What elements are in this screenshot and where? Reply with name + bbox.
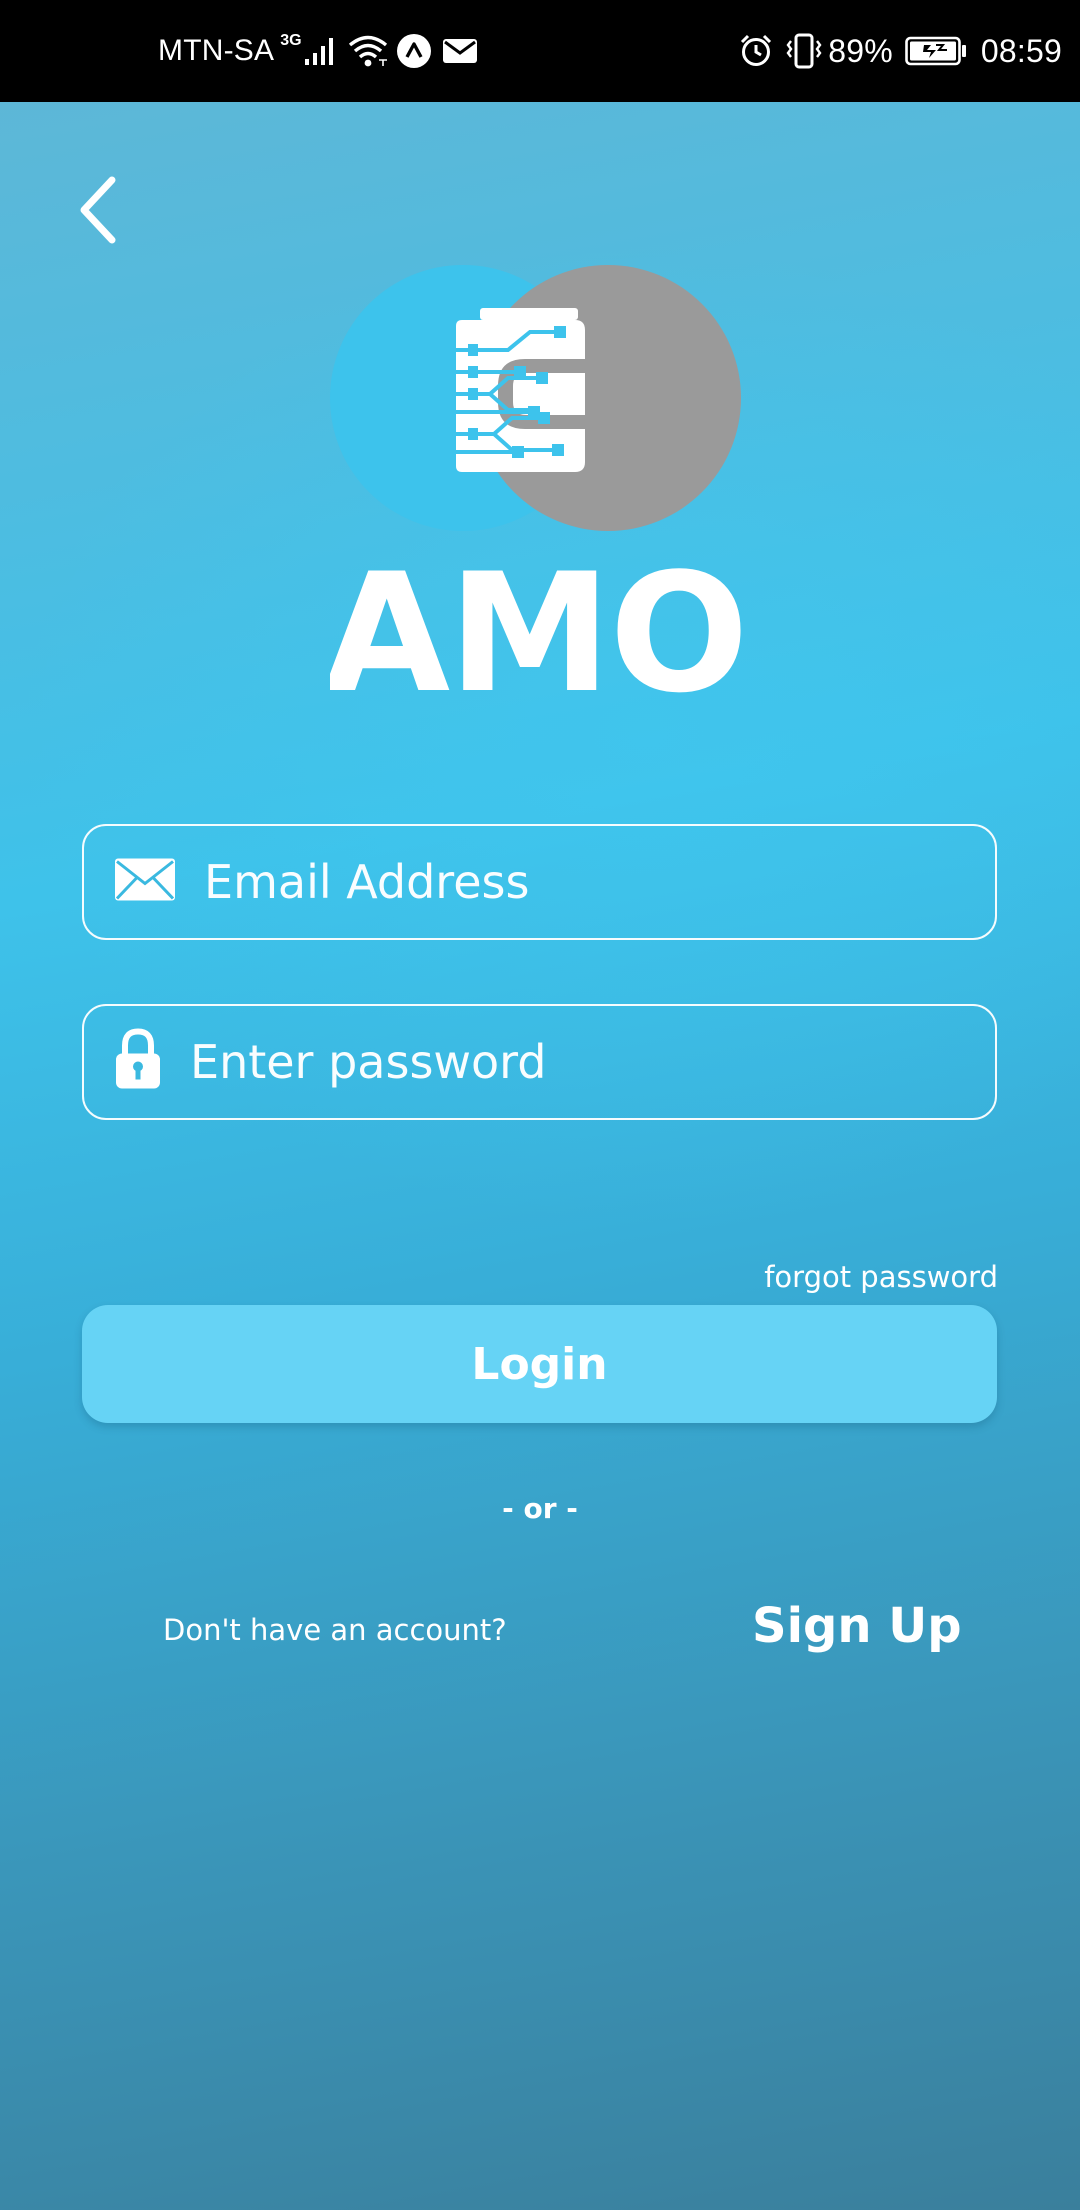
wallet-circuit-logo-icon: AMO xyxy=(323,265,749,729)
wifi-icon xyxy=(348,34,388,68)
clock: 08:59 xyxy=(980,32,1062,69)
sign-up-link[interactable]: Sign Up xyxy=(752,1598,962,1654)
login-screen: AMO forgot password Login - or - Don't xyxy=(0,102,1080,2210)
logo-text: AMO xyxy=(330,538,747,702)
no-account-prompt: Don't have an account? xyxy=(163,1613,507,1647)
email-input[interactable] xyxy=(204,826,964,938)
mail-icon xyxy=(442,37,478,65)
alarm-icon xyxy=(738,33,774,69)
battery-charging-icon xyxy=(905,36,967,66)
password-input[interactable] xyxy=(190,1006,970,1118)
signal-icon xyxy=(304,35,338,67)
app-logo: AMO xyxy=(323,262,750,729)
status-bar: MTN-SA 3G 89% 08:59 xyxy=(0,0,1080,102)
status-bar-left: MTN-SA 3G xyxy=(158,0,478,102)
password-field[interactable] xyxy=(82,1004,997,1120)
forgot-password-link[interactable]: forgot password xyxy=(764,1260,998,1294)
back-button[interactable] xyxy=(68,170,128,250)
app-notification-icon xyxy=(396,33,432,69)
carrier-name: MTN-SA xyxy=(158,34,275,67)
email-field[interactable] xyxy=(82,824,997,940)
chevron-left-icon xyxy=(80,176,116,244)
vibrate-icon xyxy=(784,33,824,69)
network-type: 3G xyxy=(280,32,302,49)
status-bar-right: 89% 08:59 xyxy=(730,0,1062,102)
or-divider: - or - xyxy=(502,1492,578,1525)
battery-percent: 89% xyxy=(828,32,893,69)
envelope-icon xyxy=(114,858,176,907)
lock-icon xyxy=(114,1028,162,1096)
login-button[interactable]: Login xyxy=(82,1305,997,1423)
